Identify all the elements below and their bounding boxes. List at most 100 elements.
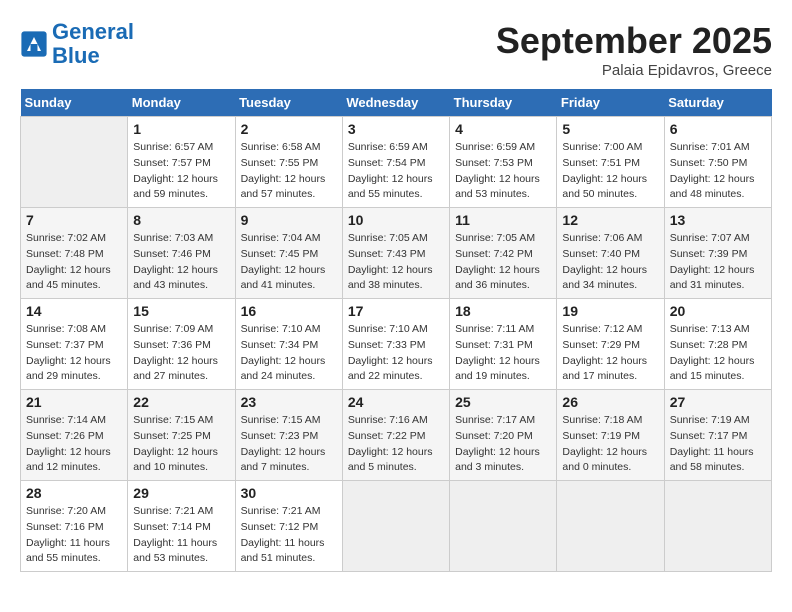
day-number: 23 bbox=[241, 394, 337, 410]
day-info: Sunrise: 7:08 AM Sunset: 7:37 PM Dayligh… bbox=[26, 322, 122, 385]
day-header-wednesday: Wednesday bbox=[342, 89, 449, 117]
day-number: 3 bbox=[348, 121, 444, 137]
day-number: 26 bbox=[562, 394, 658, 410]
day-header-sunday: Sunday bbox=[21, 89, 128, 117]
day-info: Sunrise: 7:13 AM Sunset: 7:28 PM Dayligh… bbox=[670, 322, 766, 385]
day-header-friday: Friday bbox=[557, 89, 664, 117]
calendar-cell: 24 Sunrise: 7:16 AM Sunset: 7:22 PM Dayli… bbox=[342, 390, 449, 481]
day-info: Sunrise: 6:59 AM Sunset: 7:54 PM Dayligh… bbox=[348, 140, 444, 203]
calendar-cell: 26 Sunrise: 7:18 AM Sunset: 7:19 PM Dayli… bbox=[557, 390, 664, 481]
day-number: 18 bbox=[455, 303, 551, 319]
calendar-cell: 27 Sunrise: 7:19 AM Sunset: 7:17 PM Dayli… bbox=[664, 390, 771, 481]
day-number: 6 bbox=[670, 121, 766, 137]
day-number: 1 bbox=[133, 121, 229, 137]
day-number: 16 bbox=[241, 303, 337, 319]
day-number: 4 bbox=[455, 121, 551, 137]
week-row-4: 21 Sunrise: 7:14 AM Sunset: 7:26 PM Dayli… bbox=[21, 390, 772, 481]
week-row-2: 7 Sunrise: 7:02 AM Sunset: 7:48 PM Daylig… bbox=[21, 208, 772, 299]
calendar-cell: 3 Sunrise: 6:59 AM Sunset: 7:54 PM Daylig… bbox=[342, 117, 449, 208]
day-info: Sunrise: 7:18 AM Sunset: 7:19 PM Dayligh… bbox=[562, 413, 658, 476]
day-info: Sunrise: 6:58 AM Sunset: 7:55 PM Dayligh… bbox=[241, 140, 337, 203]
calendar-cell: 5 Sunrise: 7:00 AM Sunset: 7:51 PM Daylig… bbox=[557, 117, 664, 208]
day-info: Sunrise: 7:21 AM Sunset: 7:12 PM Dayligh… bbox=[241, 504, 337, 567]
calendar-cell bbox=[21, 117, 128, 208]
day-info: Sunrise: 7:07 AM Sunset: 7:39 PM Dayligh… bbox=[670, 231, 766, 294]
day-number: 2 bbox=[241, 121, 337, 137]
logo-line2: Blue bbox=[52, 43, 100, 68]
day-info: Sunrise: 7:05 AM Sunset: 7:42 PM Dayligh… bbox=[455, 231, 551, 294]
day-number: 20 bbox=[670, 303, 766, 319]
day-info: Sunrise: 7:14 AM Sunset: 7:26 PM Dayligh… bbox=[26, 413, 122, 476]
day-number: 17 bbox=[348, 303, 444, 319]
day-header-thursday: Thursday bbox=[450, 89, 557, 117]
day-header-tuesday: Tuesday bbox=[235, 89, 342, 117]
day-info: Sunrise: 7:15 AM Sunset: 7:23 PM Dayligh… bbox=[241, 413, 337, 476]
calendar-cell: 1Sunrise: 6:57 AM Sunset: 7:57 PM Daylig… bbox=[128, 117, 235, 208]
day-number: 27 bbox=[670, 394, 766, 410]
day-info: Sunrise: 7:10 AM Sunset: 7:34 PM Dayligh… bbox=[241, 322, 337, 385]
day-info: Sunrise: 7:10 AM Sunset: 7:33 PM Dayligh… bbox=[348, 322, 444, 385]
day-info: Sunrise: 7:06 AM Sunset: 7:40 PM Dayligh… bbox=[562, 231, 658, 294]
day-number: 7 bbox=[26, 212, 122, 228]
calendar-cell: 7 Sunrise: 7:02 AM Sunset: 7:48 PM Daylig… bbox=[21, 208, 128, 299]
calendar-cell bbox=[664, 481, 771, 572]
day-header-saturday: Saturday bbox=[664, 89, 771, 117]
day-number: 10 bbox=[348, 212, 444, 228]
day-info: Sunrise: 7:04 AM Sunset: 7:45 PM Dayligh… bbox=[241, 231, 337, 294]
calendar-cell: 6 Sunrise: 7:01 AM Sunset: 7:50 PM Daylig… bbox=[664, 117, 771, 208]
calendar-cell: 13 Sunrise: 7:07 AM Sunset: 7:39 PM Dayli… bbox=[664, 208, 771, 299]
day-info: Sunrise: 7:00 AM Sunset: 7:51 PM Dayligh… bbox=[562, 140, 658, 203]
day-info: Sunrise: 7:20 AM Sunset: 7:16 PM Dayligh… bbox=[26, 504, 122, 567]
day-info: Sunrise: 7:01 AM Sunset: 7:50 PM Dayligh… bbox=[670, 140, 766, 203]
day-number: 8 bbox=[133, 212, 229, 228]
day-info: Sunrise: 7:05 AM Sunset: 7:43 PM Dayligh… bbox=[348, 231, 444, 294]
logo-text: General Blue bbox=[52, 20, 134, 68]
day-number: 21 bbox=[26, 394, 122, 410]
calendar-cell: 30Sunrise: 7:21 AM Sunset: 7:12 PM Dayli… bbox=[235, 481, 342, 572]
calendar-cell: 23 Sunrise: 7:15 AM Sunset: 7:23 PM Dayli… bbox=[235, 390, 342, 481]
calendar-cell: 17 Sunrise: 7:10 AM Sunset: 7:33 PM Dayli… bbox=[342, 299, 449, 390]
day-info: Sunrise: 7:19 AM Sunset: 7:17 PM Dayligh… bbox=[670, 413, 766, 476]
day-number: 19 bbox=[562, 303, 658, 319]
day-info: Sunrise: 7:21 AM Sunset: 7:14 PM Dayligh… bbox=[133, 504, 229, 567]
calendar-cell: 29 Sunrise: 7:21 AM Sunset: 7:14 PM Dayli… bbox=[128, 481, 235, 572]
day-info: Sunrise: 7:16 AM Sunset: 7:22 PM Dayligh… bbox=[348, 413, 444, 476]
calendar-cell: 8 Sunrise: 7:03 AM Sunset: 7:46 PM Daylig… bbox=[128, 208, 235, 299]
day-number: 28 bbox=[26, 485, 122, 501]
calendar-cell: 12Sunrise: 7:06 AM Sunset: 7:40 PM Dayli… bbox=[557, 208, 664, 299]
day-header-monday: Monday bbox=[128, 89, 235, 117]
calendar-cell bbox=[450, 481, 557, 572]
calendar-cell: 18Sunrise: 7:11 AM Sunset: 7:31 PM Dayli… bbox=[450, 299, 557, 390]
calendar-cell bbox=[557, 481, 664, 572]
day-info: Sunrise: 7:09 AM Sunset: 7:36 PM Dayligh… bbox=[133, 322, 229, 385]
calendar-table: SundayMondayTuesdayWednesdayThursdayFrid… bbox=[20, 89, 772, 572]
logo-line1: General bbox=[52, 19, 134, 44]
day-number: 24 bbox=[348, 394, 444, 410]
day-number: 13 bbox=[670, 212, 766, 228]
calendar-cell: 10 Sunrise: 7:05 AM Sunset: 7:43 PM Dayli… bbox=[342, 208, 449, 299]
day-number: 9 bbox=[241, 212, 337, 228]
day-info: Sunrise: 7:03 AM Sunset: 7:46 PM Dayligh… bbox=[133, 231, 229, 294]
calendar-cell: 19 Sunrise: 7:12 AM Sunset: 7:29 PM Dayli… bbox=[557, 299, 664, 390]
week-row-3: 14 Sunrise: 7:08 AM Sunset: 7:37 PM Dayli… bbox=[21, 299, 772, 390]
calendar-cell: 2 Sunrise: 6:58 AM Sunset: 7:55 PM Daylig… bbox=[235, 117, 342, 208]
calendar-cell: 20 Sunrise: 7:13 AM Sunset: 7:28 PM Dayli… bbox=[664, 299, 771, 390]
calendar-cell bbox=[342, 481, 449, 572]
week-row-1: 1Sunrise: 6:57 AM Sunset: 7:57 PM Daylig… bbox=[21, 117, 772, 208]
calendar-cell: 28 Sunrise: 7:20 AM Sunset: 7:16 PM Dayli… bbox=[21, 481, 128, 572]
page-header: General Blue September 2025 Palaia Epida… bbox=[20, 20, 772, 79]
month-title: September 2025 bbox=[496, 20, 772, 62]
day-info: Sunrise: 7:02 AM Sunset: 7:48 PM Dayligh… bbox=[26, 231, 122, 294]
day-number: 15 bbox=[133, 303, 229, 319]
calendar-cell: 21 Sunrise: 7:14 AM Sunset: 7:26 PM Dayli… bbox=[21, 390, 128, 481]
day-info: Sunrise: 7:15 AM Sunset: 7:25 PM Dayligh… bbox=[133, 413, 229, 476]
day-number: 5 bbox=[562, 121, 658, 137]
calendar-cell: 14 Sunrise: 7:08 AM Sunset: 7:37 PM Dayli… bbox=[21, 299, 128, 390]
day-number: 29 bbox=[133, 485, 229, 501]
week-row-5: 28 Sunrise: 7:20 AM Sunset: 7:16 PM Dayli… bbox=[21, 481, 772, 572]
day-number: 14 bbox=[26, 303, 122, 319]
day-info: Sunrise: 7:12 AM Sunset: 7:29 PM Dayligh… bbox=[562, 322, 658, 385]
calendar-cell: 25Sunrise: 7:17 AM Sunset: 7:20 PM Dayli… bbox=[450, 390, 557, 481]
calendar-cell: 22Sunrise: 7:15 AM Sunset: 7:25 PM Dayli… bbox=[128, 390, 235, 481]
logo: General Blue bbox=[20, 20, 134, 68]
